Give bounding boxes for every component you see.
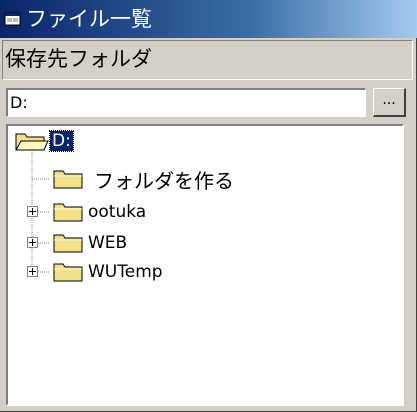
tree-item-create-folder[interactable]: フォルダを作る [50, 166, 236, 193]
tree-item-label: WUTemp [88, 262, 163, 282]
window-icon [4, 12, 21, 26]
expand-button[interactable] [27, 266, 38, 277]
title-bar[interactable]: ファイル一覧 [0, 0, 417, 38]
folder-icon [53, 234, 83, 253]
path-input[interactable]: D: [6, 88, 366, 117]
folder-icon [53, 170, 83, 189]
folder-list-window: ファイル一覧 保存先フォルダ D: ... D: フォルダを作る ootuka … [0, 0, 417, 412]
path-row: D: ... [6, 88, 410, 118]
tree-item-label: フォルダを作る [94, 168, 234, 193]
tree-item-label: WEB [88, 233, 128, 253]
tree-item-wutemp[interactable]: WUTemp [50, 259, 165, 285]
window-title: ファイル一覧 [26, 7, 152, 31]
tree-root-label: D: [49, 130, 74, 152]
folder-icon [53, 203, 83, 222]
folder-icon [53, 263, 83, 282]
tree-root-d[interactable]: D: [14, 128, 74, 154]
save-folder-label: 保存先フォルダ [2, 40, 413, 80]
expand-button[interactable] [27, 206, 38, 217]
folder-tree[interactable]: D: フォルダを作る ootuka WEB WUTemp [6, 124, 404, 406]
tree-item-label: ootuka [88, 202, 147, 222]
open-folder-icon [15, 133, 49, 151]
expand-button[interactable] [27, 237, 38, 248]
browse-button[interactable]: ... [373, 88, 406, 117]
tree-item-ootuka[interactable]: ootuka [50, 199, 148, 225]
tree-item-web[interactable]: WEB [50, 230, 129, 256]
